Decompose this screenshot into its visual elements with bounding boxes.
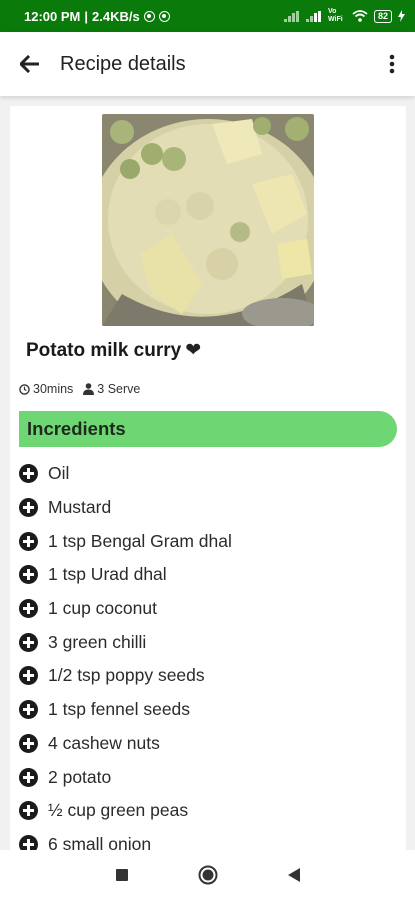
recents-button[interactable] [79,850,165,900]
list-item: 1/2 tsp poppy seeds [19,659,399,693]
notification-icon [158,10,170,22]
ingredient-text: 4 cashew nuts [48,732,160,753]
ingredient-text: 2 potato [48,766,112,787]
ingredients-list: Oil Mustard 1 tsp Bengal Gram dhal 1 tsp… [19,457,399,850]
serves: 3 Serve [83,382,140,396]
serves-text: 3 Serve [97,382,141,396]
wifi-icon [352,10,368,22]
list-item: 1 tsp Bengal Gram dhal [19,524,399,558]
plus-circle-icon[interactable] [19,632,38,652]
list-item: 1 cup coconut [19,592,399,626]
plus-circle-icon[interactable] [19,464,38,484]
list-item: 6 small onion [19,828,399,850]
square-icon [115,869,128,881]
plus-circle-icon[interactable] [19,666,38,686]
triangle-back-icon [287,868,300,882]
recipe-image [102,114,314,326]
arrow-left-icon [20,55,39,73]
app-bar: Recipe details [0,32,415,96]
notification-icon [143,10,155,22]
home-button[interactable] [165,850,251,900]
list-item: 2 potato [19,760,399,794]
ingredient-text: 3 green chilli [48,631,147,652]
ingredient-text: Oil [48,463,70,484]
charging-icon [398,10,405,22]
list-item: 3 green chilli [19,625,399,659]
ingredients-header: Incredients [19,411,397,447]
plus-circle-icon[interactable] [19,599,38,619]
plus-circle-icon[interactable] [19,498,38,518]
status-speed: 2.4KB/s [92,8,140,24]
ingredient-text: ½ cup green peas [48,800,189,821]
heart-icon[interactable]: ❤ [185,339,201,362]
back-nav-button[interactable] [251,850,337,900]
ingredient-text: 1 cup coconut [48,598,157,619]
more-vert-icon [389,54,395,74]
battery-icon: 82 [373,9,392,23]
list-item: 1 tsp Urad dhal [19,558,399,592]
system-nav-bar [0,850,415,900]
plus-circle-icon[interactable] [19,767,38,787]
plus-circle-icon[interactable] [19,565,38,585]
home-circle-icon [198,865,217,885]
page-title: Recipe details [60,52,186,75]
recipe-title: Potato milk curry ❤ [26,339,201,362]
recipe-meta: 30mins 3 Serve [19,382,140,396]
content-area: Potato milk curry ❤ 30mins 3 Serve Incre… [0,96,415,850]
ingredient-text: 1 tsp Bengal Gram dhal [48,530,232,551]
list-item: ½ cup green peas [19,794,399,828]
status-bar: 12:00 PM | 2.4KB/s Vo WiFi 82 [0,0,415,32]
cook-time: 30mins [19,382,73,396]
ingredients-header-text: Incredients [27,418,126,439]
status-time: 12:00 PM [24,8,81,24]
vowifi-label: Vo WiFi [327,8,343,23]
list-item: 4 cashew nuts [19,727,399,761]
back-button[interactable] [0,32,60,96]
plus-circle-icon[interactable] [19,801,38,821]
recipe-card: Potato milk curry ❤ 30mins 3 Serve Incre… [10,106,406,850]
more-options-button[interactable] [369,32,415,96]
list-item: 1 tsp fennel seeds [19,693,399,727]
list-item: Mustard [19,491,399,525]
ingredient-text: 1/2 tsp poppy seeds [48,665,205,686]
ingredient-text: 1 tsp Urad dhal [48,564,167,585]
plus-circle-icon[interactable] [19,733,38,753]
recipe-title-text: Potato milk curry [26,339,182,361]
signal-icon [283,10,299,22]
ingredient-text: 1 tsp fennel seeds [48,699,191,720]
person-icon [83,383,95,395]
signal-icon [305,10,321,22]
ingredient-text: 6 small onion [48,833,152,850]
ingredient-text: Mustard [48,497,112,518]
plus-circle-icon[interactable] [19,834,38,850]
plus-circle-icon[interactable] [19,700,38,720]
list-item: Oil [19,457,399,491]
plus-circle-icon[interactable] [19,531,38,551]
cook-time-text: 30mins [33,382,74,396]
clock-icon [19,383,30,395]
